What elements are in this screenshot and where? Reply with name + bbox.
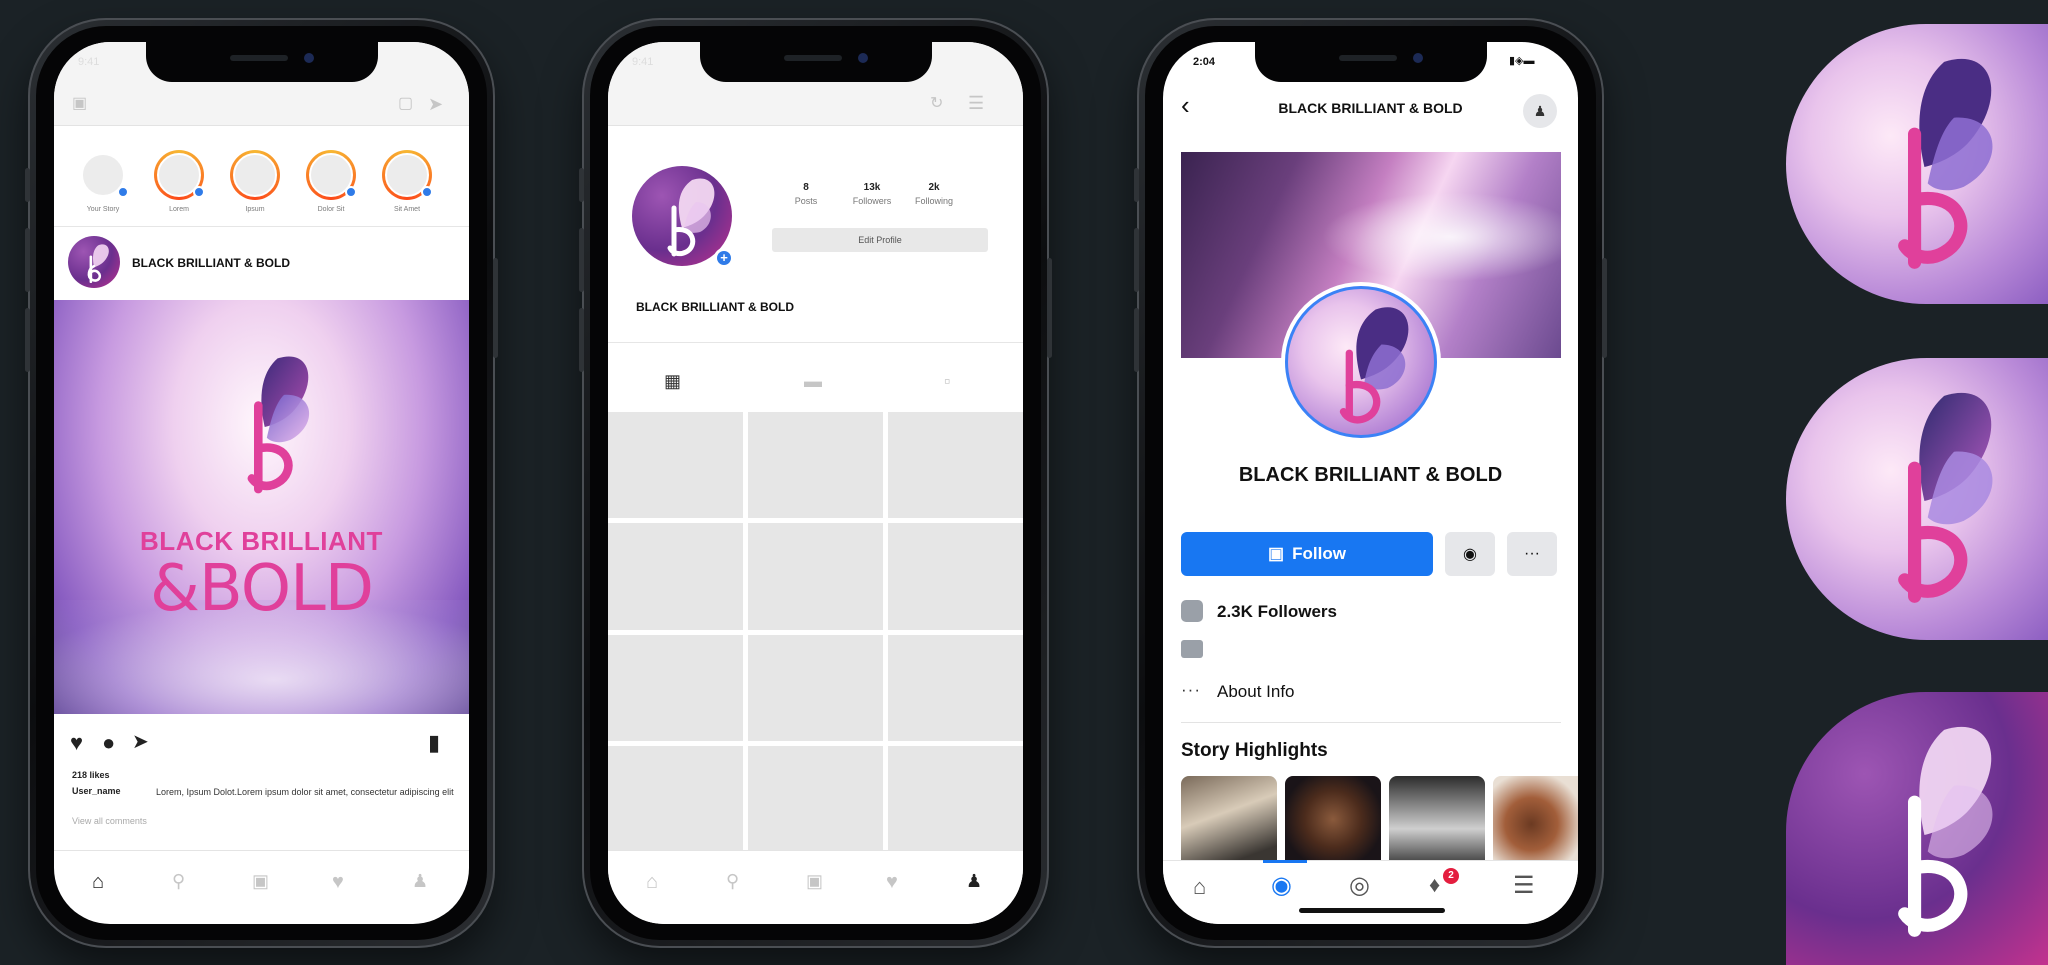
stat-posts-label: Posts (794, 196, 818, 206)
screen: 9:41 ↻ ☰ + 8 Posts 13k Followers 2k Foll… (608, 42, 1023, 924)
phone-instagram-profile: 9:41 ↻ ☰ + 8 Posts 13k Followers 2k Foll… (579, 18, 1052, 948)
story-label: Ipsum (245, 206, 265, 213)
post-username[interactable]: BLACK BRILLIANT & BOLD (132, 256, 290, 270)
activity-icon[interactable]: ♥ (886, 872, 898, 892)
logo-variant-1 (1786, 24, 2048, 304)
butterfly-logo-icon (1898, 58, 1993, 269)
history-icon[interactable]: ↻ (930, 96, 943, 112)
post-avatar[interactable] (68, 236, 120, 288)
stat-followers-label[interactable]: Followers (844, 196, 900, 206)
profile-switch-icon[interactable]: ♟ (1523, 94, 1557, 128)
phone-instagram-feed: 9:41 ▣ ▢ ➤ Your Story Lorem Ipsum Dolor … (25, 18, 498, 948)
bookmark-icon[interactable]: ▮ (428, 732, 440, 754)
followers-icon (1181, 600, 1203, 622)
highlight-2[interactable] (1285, 776, 1381, 872)
story-2[interactable] (230, 150, 280, 200)
home-indicator (1299, 908, 1445, 913)
about-info[interactable]: About Info (1217, 682, 1295, 702)
post-image-subtitle: &BOLD (150, 552, 374, 626)
highlight-4[interactable] (1493, 776, 1578, 872)
page-avatar-frame (1281, 282, 1441, 442)
butterfly-logo-icon (247, 356, 310, 494)
mockup-stage: 9:41 ▣ ▢ ➤ Your Story Lorem Ipsum Dolor … (0, 0, 2048, 965)
menu-icon[interactable]: ☰ (1513, 874, 1535, 898)
story-label: Your Story (86, 206, 120, 213)
highlight-1[interactable] (1181, 776, 1277, 872)
messenger-icon: ◉ (1463, 546, 1477, 563)
add-post-icon[interactable]: ▣ (252, 872, 269, 890)
more-button[interactable]: ··· (1507, 532, 1557, 576)
grid-icon[interactable]: ▦ (664, 372, 681, 390)
profile-icon[interactable]: ♟ (412, 872, 428, 890)
stat-following-value[interactable]: 2k (906, 182, 962, 193)
share-icon[interactable]: ➤ (132, 732, 149, 752)
followers-count[interactable]: 2.3K Followers (1217, 602, 1337, 622)
posts-grid (608, 412, 1023, 852)
igtv-icon[interactable]: ▢ (398, 96, 413, 112)
home-icon[interactable]: ⌂ (92, 872, 104, 892)
home-icon[interactable]: ⌂ (646, 872, 658, 892)
follow-button[interactable]: ▣ Follow (1181, 532, 1433, 576)
stat-followers-value[interactable]: 13k (844, 182, 900, 193)
follow-icon: ▣ (1268, 544, 1285, 563)
about-dots-icon: ··· (1181, 680, 1201, 699)
likes-count: 218 likes (72, 770, 110, 780)
screen: 9:41 ▣ ▢ ➤ Your Story Lorem Ipsum Dolor … (54, 42, 469, 924)
story-label: Sit Amet (393, 206, 421, 213)
story-your[interactable] (78, 150, 129, 200)
camera-icon[interactable]: ▣ (72, 96, 87, 112)
post-image[interactable]: BLACK BRILLIANT &BOLD (54, 300, 469, 714)
butterfly-logo-icon (1898, 726, 1993, 937)
notification-badge: 2 (1443, 868, 1459, 884)
tagged-icon[interactable]: ▫ (944, 372, 950, 390)
status-time: 9:41 (78, 56, 100, 68)
logo-variant-3 (1786, 692, 2048, 965)
page-name: BLACK BRILLIANT & BOLD (1238, 464, 1503, 486)
status-time: 9:41 (632, 56, 654, 68)
story-highlights-title: Story Highlights (1181, 740, 1328, 761)
add-story-icon[interactable]: + (714, 248, 734, 268)
stat-posts-value: 8 (803, 182, 809, 193)
category-icon (1181, 640, 1203, 658)
story-label: Lorem (169, 206, 189, 213)
search-icon[interactable]: ⚲ (172, 872, 185, 890)
story-1[interactable] (154, 150, 205, 200)
activity-icon[interactable]: ♥ (332, 872, 344, 892)
igtv-tab-icon[interactable]: ▬ (804, 372, 822, 390)
logo-variant-2 (1786, 358, 2048, 640)
menu-icon[interactable]: ☰ (968, 94, 984, 112)
send-icon[interactable]: ➤ (428, 95, 443, 113)
add-post-icon[interactable]: ▣ (806, 872, 823, 890)
caption-user[interactable]: User_name (72, 786, 121, 796)
profile-icon[interactable]: ◉ (1271, 874, 1292, 898)
stat-following-label[interactable]: Following (906, 196, 962, 206)
home-icon[interactable]: ⌂ (1193, 876, 1206, 898)
page-avatar[interactable] (1285, 286, 1437, 438)
edit-profile-button[interactable]: Edit Profile (772, 228, 988, 252)
story-4[interactable] (382, 150, 433, 200)
butterfly-logo-icon (1898, 392, 1993, 603)
groups-icon[interactable]: ◎ (1349, 874, 1370, 898)
profile-name: BLACK BRILLIANT & BOLD (636, 300, 794, 314)
header-title: BLACK BRILLIANT & BOLD (1278, 100, 1463, 116)
highlight-3[interactable] (1389, 776, 1485, 872)
search-icon[interactable]: ⚲ (726, 872, 739, 890)
comment-icon[interactable]: ● (102, 732, 115, 754)
status-icons: ▮◈▬ (1509, 55, 1535, 67)
status-time: 2:04 (1193, 56, 1216, 68)
bell-icon[interactable]: ♦ (1429, 874, 1440, 896)
phone-facebook-page: 2:04 ▮◈▬ ‹ BLACK BRILLIANT & BOLD ♟ BLAC… (1134, 18, 1607, 948)
screen: 2:04 ▮◈▬ ‹ BLACK BRILLIANT & BOLD ♟ BLAC… (1163, 42, 1578, 924)
profile-icon[interactable]: ♟ (966, 872, 982, 890)
caption-text: Lorem, Ipsum Dolot.Lorem ipsum dolor sit… (156, 787, 454, 797)
heart-icon[interactable]: ♥ (70, 732, 83, 754)
story-3[interactable] (306, 150, 357, 200)
messenger-button[interactable]: ◉ (1445, 532, 1495, 576)
view-comments[interactable]: View all comments (72, 816, 147, 826)
story-label: Dolor Sit (317, 206, 345, 213)
